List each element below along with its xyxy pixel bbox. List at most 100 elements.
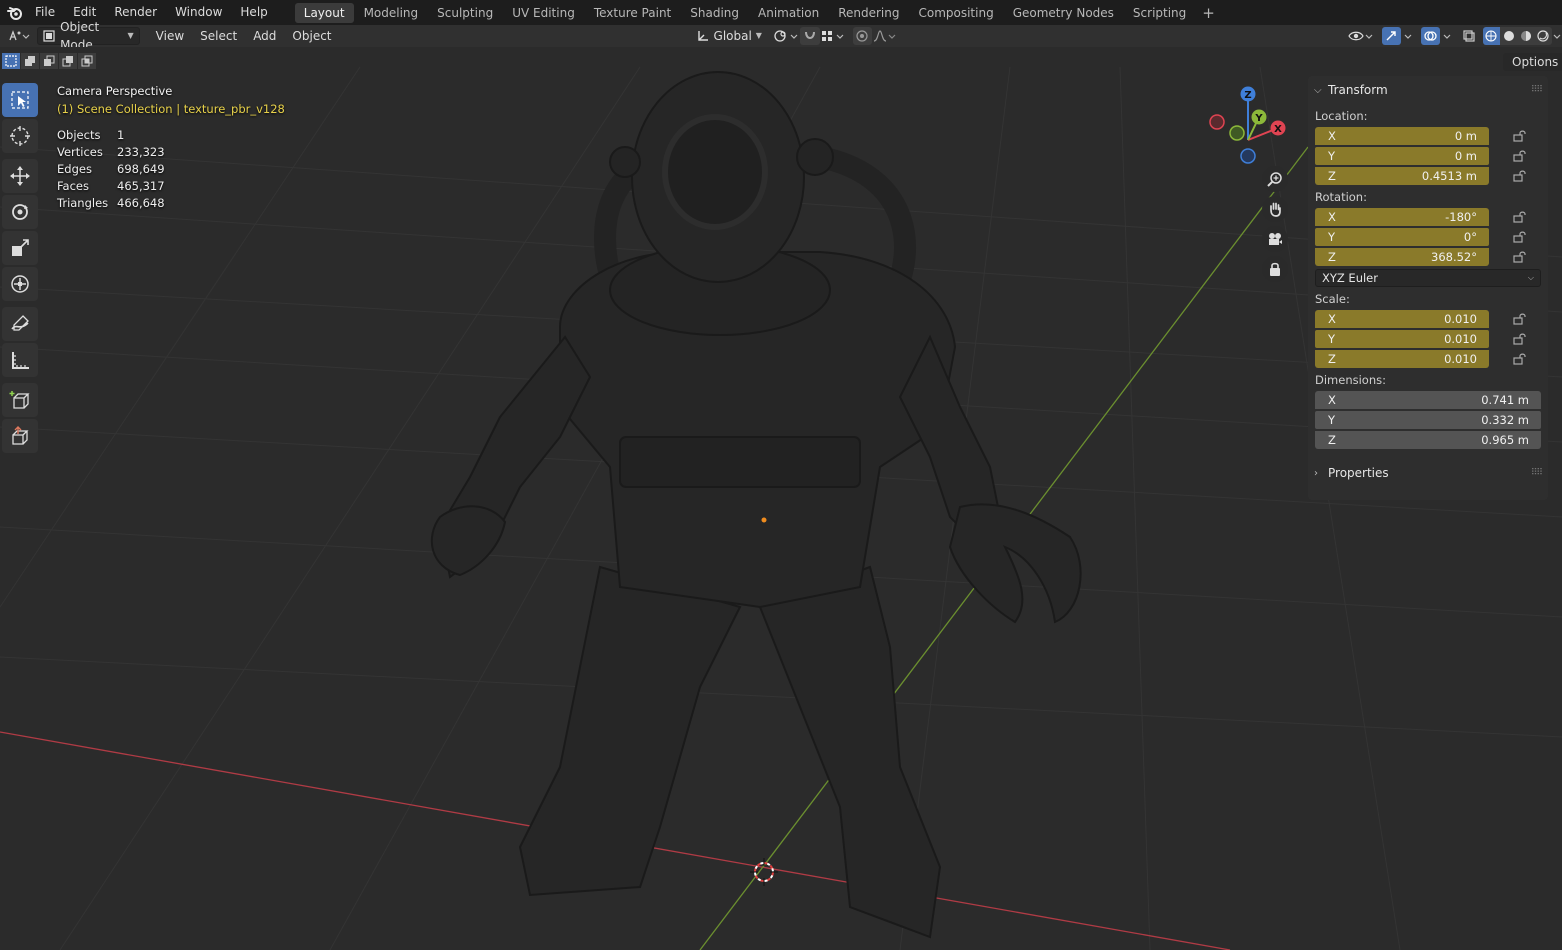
editor-type-icon[interactable] (6, 27, 31, 45)
tab-shading[interactable]: Shading (681, 3, 748, 23)
scale-y-field[interactable]: Y 0.010 (1315, 329, 1489, 348)
transform-orientation-select[interactable]: Global ▼ (690, 27, 766, 45)
select-subtract-icon[interactable] (40, 53, 58, 69)
neg-z-axis-handle[interactable] (1240, 148, 1256, 164)
menu-add[interactable]: Add (247, 27, 282, 45)
scale-z-field[interactable]: Z 0.010 (1315, 349, 1489, 368)
tab-geometry-nodes[interactable]: Geometry Nodes (1004, 3, 1123, 23)
location-y-field[interactable]: Y 0 m (1315, 146, 1489, 165)
xray-toggle-icon[interactable] (1459, 27, 1478, 45)
neg-x-axis-handle[interactable] (1209, 114, 1225, 130)
snap-target-icon[interactable] (820, 27, 849, 45)
unlock-icon[interactable] (1511, 311, 1529, 327)
extrude-tool[interactable] (2, 419, 38, 453)
rotation-mode-select[interactable]: XYZ Euler ⌵ (1315, 269, 1541, 287)
dimensions-z-row: Z 0.965 m (1308, 430, 1548, 449)
rotation-y-field[interactable]: Y 0° (1315, 227, 1489, 246)
tab-scripting[interactable]: Scripting (1124, 3, 1195, 23)
tab-uv-editing[interactable]: UV Editing (503, 3, 584, 23)
select-intersect-icon[interactable] (78, 53, 96, 69)
unlock-icon[interactable] (1511, 351, 1529, 367)
chevron-down-icon[interactable] (1440, 27, 1454, 45)
properties-panel-header[interactable]: › Properties ⠿⠿ (1308, 462, 1548, 484)
3d-viewport[interactable]: Camera Perspective (1) Scene Collection … (0, 47, 1562, 950)
zoom-icon[interactable] (1262, 166, 1288, 192)
tab-animation[interactable]: Animation (749, 3, 828, 23)
tab-rendering[interactable]: Rendering (829, 3, 908, 23)
add-cube-tool[interactable] (2, 383, 38, 417)
dimensions-y-field[interactable]: Y 0.332 m (1315, 410, 1541, 429)
cursor-tool[interactable] (2, 119, 38, 153)
shading-solid-icon[interactable] (1499, 27, 1518, 45)
lock-icon[interactable] (1262, 256, 1288, 282)
select-box-tool[interactable] (2, 83, 38, 117)
rotation-x-row: X -180° (1308, 207, 1548, 226)
tab-layout[interactable]: Layout (294, 2, 354, 23)
overlays-toggle-icon[interactable] (1420, 27, 1440, 45)
pan-hand-icon[interactable] (1262, 196, 1288, 222)
select-invert-icon[interactable] (59, 53, 77, 69)
tab-texture-paint[interactable]: Texture Paint (585, 3, 680, 23)
field-value: 0.010 (1444, 351, 1477, 366)
field-value: 0.332 m (1481, 412, 1529, 427)
select-new-icon[interactable] (2, 53, 20, 69)
snap-toggle-icon[interactable] (800, 27, 820, 45)
dimensions-y-row: Y 0.332 m (1308, 410, 1548, 429)
proportional-edit-icon[interactable] (852, 27, 872, 45)
axis-label: Z (1328, 351, 1336, 366)
annotate-tool[interactable] (2, 307, 38, 341)
chevron-down-icon[interactable] (1552, 27, 1562, 45)
location-x-field[interactable]: X 0 m (1315, 126, 1489, 145)
camera-view-icon[interactable] (1262, 226, 1288, 252)
unlock-icon[interactable] (1511, 168, 1529, 184)
menu-object[interactable]: Object (286, 27, 337, 45)
unlock-icon[interactable] (1511, 128, 1529, 144)
menu-file[interactable]: File (26, 0, 64, 25)
drag-grip-icon[interactable]: ⠿⠿ (1531, 468, 1543, 478)
unlock-icon[interactable] (1511, 209, 1529, 225)
location-z-field[interactable]: Z 0.4513 m (1315, 166, 1489, 185)
shading-material-icon[interactable] (1517, 27, 1535, 45)
menu-select[interactable]: Select (194, 27, 243, 45)
menu-help[interactable]: Help (231, 0, 276, 25)
chevron-down-icon[interactable] (1401, 27, 1415, 45)
menu-view[interactable]: View (150, 27, 190, 45)
select-extend-icon[interactable] (21, 53, 39, 69)
blender-logo-icon[interactable] (4, 2, 26, 24)
rotate-tool[interactable] (2, 195, 38, 229)
falloff-icon[interactable] (872, 27, 901, 45)
tab-sculpting[interactable]: Sculpting (428, 3, 502, 23)
menu-window[interactable]: Window (166, 0, 231, 25)
options-dropdown[interactable]: Options (1503, 53, 1562, 71)
rotation-x-field[interactable]: X -180° (1315, 207, 1489, 226)
visibility-filter-icon[interactable] (1347, 27, 1376, 45)
tab-modeling[interactable]: Modeling (355, 3, 428, 23)
move-tool[interactable] (2, 159, 38, 193)
dimensions-z-field[interactable]: Z 0.965 m (1315, 430, 1541, 449)
rotation-z-row: Z 368.52° (1308, 247, 1548, 266)
tab-compositing[interactable]: Compositing (909, 3, 1002, 23)
neg-y-axis-handle[interactable] (1229, 125, 1245, 141)
rotation-z-field[interactable]: Z 368.52° (1315, 247, 1489, 266)
navigation-gizmo[interactable]: Z Y X (1200, 80, 1310, 180)
pivot-point-icon[interactable] (772, 27, 801, 45)
drag-grip-icon[interactable]: ⠿⠿ (1531, 85, 1543, 95)
unlock-icon[interactable] (1511, 148, 1529, 164)
transform-tool[interactable] (2, 267, 38, 301)
mode-select[interactable]: Object Mode ▼ (37, 20, 140, 52)
scale-tool[interactable] (2, 231, 38, 265)
unlock-icon[interactable] (1511, 229, 1529, 245)
dimensions-x-field[interactable]: X 0.741 m (1315, 390, 1541, 409)
stat-row: Faces 465,317 (57, 178, 285, 195)
unlock-icon[interactable] (1511, 249, 1529, 265)
shading-rendered-icon[interactable] (1534, 27, 1553, 45)
scale-x-field[interactable]: X 0.010 (1315, 309, 1489, 328)
measure-tool[interactable] (2, 343, 38, 377)
gizmo-toggle-icon[interactable] (1381, 27, 1402, 45)
add-workspace-button[interactable]: + (1196, 3, 1221, 23)
transform-panel-header[interactable]: ⌵ Transform ⠿⠿ (1308, 79, 1548, 101)
stat-label: Edges (57, 162, 92, 176)
workspace-tabs: Layout Modeling Sculpting UV Editing Tex… (294, 0, 1221, 25)
shading-wireframe-icon[interactable] (1482, 27, 1500, 45)
unlock-icon[interactable] (1511, 331, 1529, 347)
